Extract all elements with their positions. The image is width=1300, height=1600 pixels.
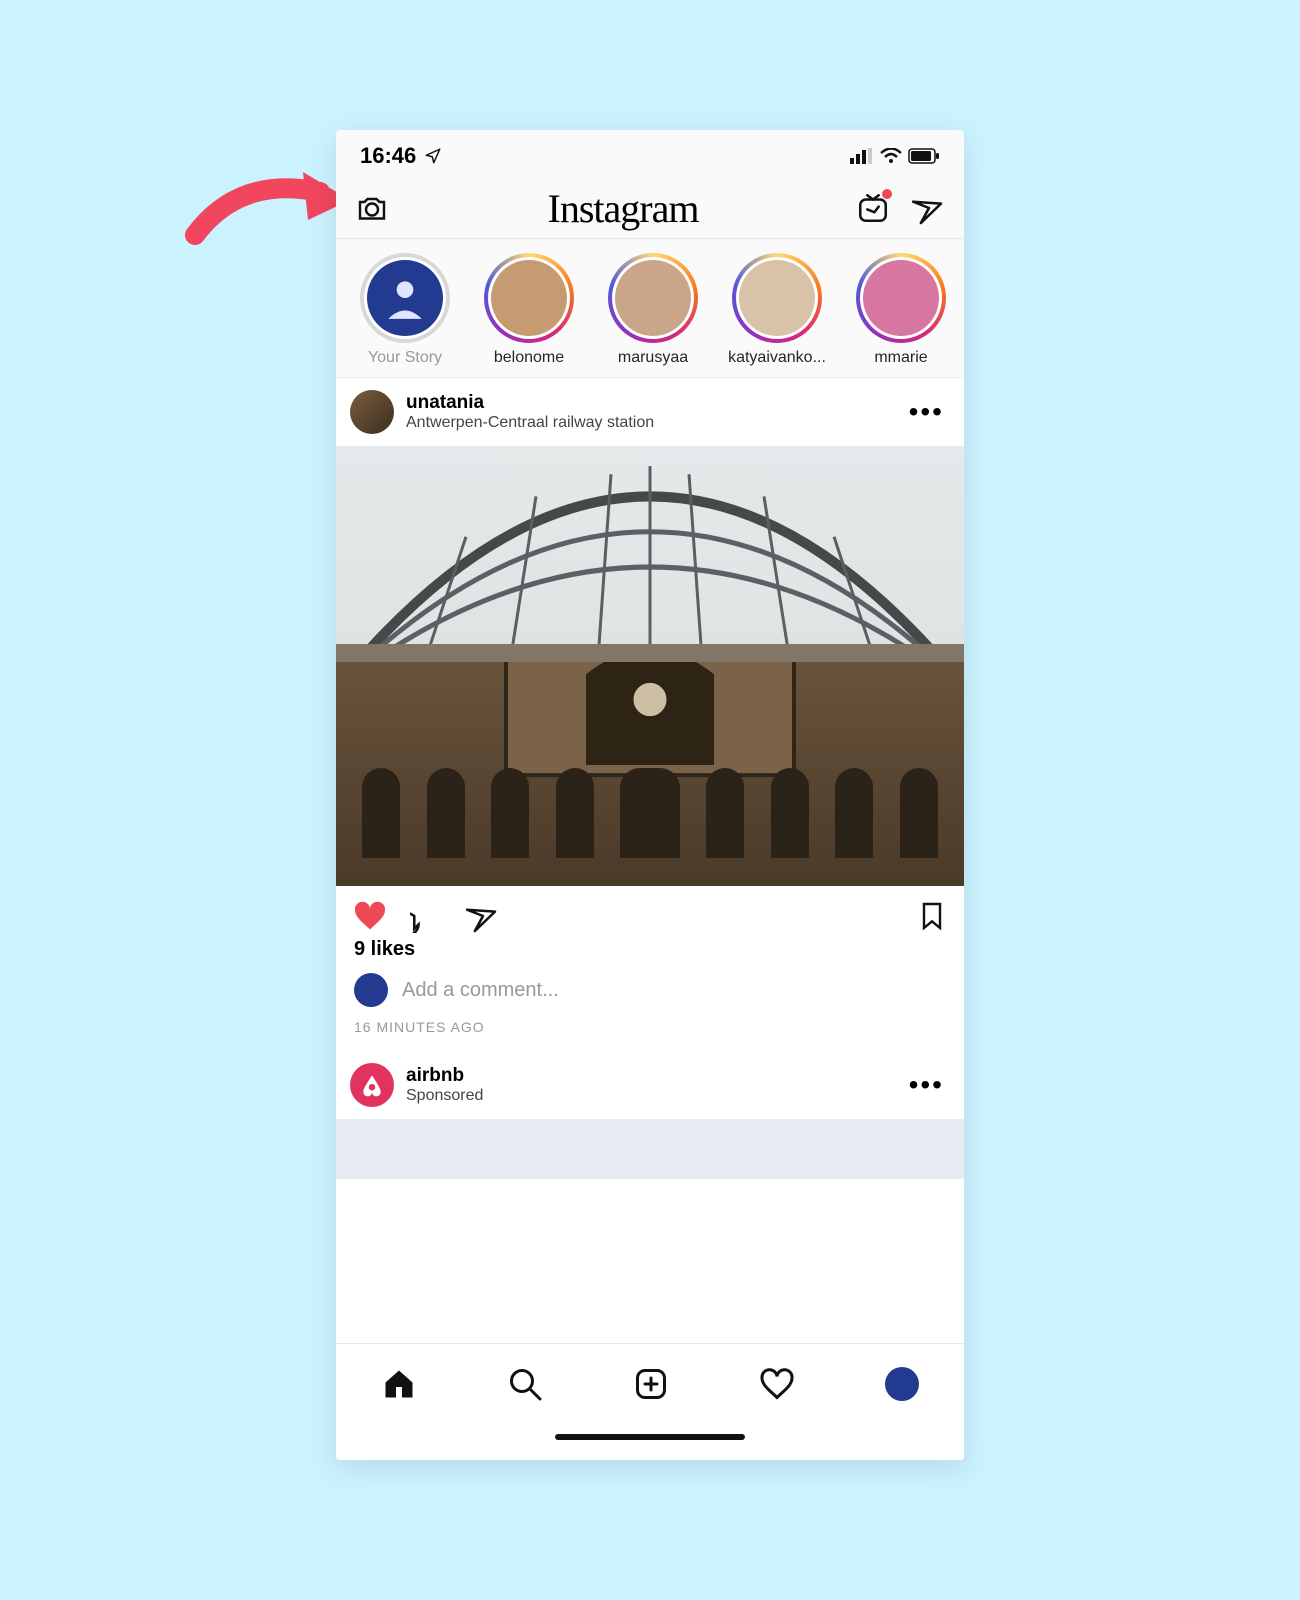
story-label: Your Story	[368, 349, 442, 367]
notification-dot-icon	[882, 189, 892, 199]
sponsor-avatar[interactable]	[350, 1063, 394, 1107]
sponsor-more-button[interactable]: •••	[903, 1069, 950, 1101]
status-time: 16:46	[360, 143, 416, 169]
home-icon	[381, 1366, 417, 1402]
share-button[interactable]	[466, 899, 500, 933]
camera-button[interactable]	[354, 190, 390, 226]
bottom-nav	[336, 1343, 964, 1424]
person-icon	[380, 273, 430, 323]
battery-icon	[908, 148, 940, 164]
nav-activity[interactable]	[759, 1366, 795, 1402]
top-nav: Instagram	[336, 178, 964, 239]
story-item[interactable]: belonome	[476, 253, 582, 367]
like-button[interactable]	[352, 898, 388, 934]
story-item[interactable]: katyaivanko...	[724, 253, 830, 367]
search-icon	[507, 1366, 543, 1402]
story-your-story[interactable]: Your Story	[352, 253, 458, 367]
self-avatar	[354, 973, 388, 1007]
story-item[interactable]: marusyaa	[600, 253, 706, 367]
post-more-button[interactable]: •••	[903, 396, 950, 428]
status-bar: 16:46	[336, 130, 964, 178]
airbnb-icon	[359, 1072, 385, 1098]
paper-plane-icon	[912, 191, 946, 225]
direct-messages-button[interactable]	[912, 191, 946, 225]
post-actions	[336, 886, 964, 938]
post-location[interactable]: Antwerpen-Centraal railway station	[406, 414, 903, 432]
annotation-arrow	[185, 150, 355, 270]
nav-new-post[interactable]	[633, 1366, 669, 1402]
story-label: marusyaa	[618, 349, 688, 367]
comment-placeholder: Add a comment...	[402, 979, 559, 1002]
home-indicator	[336, 1424, 964, 1460]
story-label: belonome	[494, 349, 564, 367]
story-label: katyaivanko...	[728, 349, 826, 367]
post-image[interactable]	[336, 446, 964, 886]
story-label: mmarie	[874, 349, 927, 367]
comment-button[interactable]	[410, 899, 444, 933]
app-logo: Instagram	[548, 185, 699, 232]
post-header: unatania Antwerpen-Centraal railway stat…	[336, 378, 964, 446]
post-time-ago: 16 MINUTES AGO	[336, 1015, 964, 1051]
post-author-avatar[interactable]	[350, 390, 394, 434]
sponsor-subtitle: Sponsored	[406, 1087, 903, 1105]
nav-home[interactable]	[381, 1366, 417, 1402]
stories-tray[interactable]: Your Story belonome marusyaa katyaivanko…	[336, 239, 964, 378]
wifi-icon	[880, 148, 902, 164]
nav-search[interactable]	[507, 1366, 543, 1402]
story-item[interactable]: mmarie	[848, 253, 954, 367]
save-button[interactable]	[916, 898, 948, 934]
likes-count[interactable]: 9 likes	[336, 938, 964, 967]
profile-avatar-icon	[885, 1367, 919, 1401]
sponsor-name[interactable]: airbnb	[406, 1065, 903, 1087]
bookmark-icon	[916, 898, 948, 934]
nav-profile[interactable]	[885, 1367, 919, 1401]
comment-icon	[410, 899, 444, 933]
location-arrow-icon	[424, 147, 442, 165]
paper-plane-icon	[466, 899, 500, 933]
sponsored-header: airbnb Sponsored •••	[336, 1051, 964, 1119]
igtv-button[interactable]	[856, 191, 890, 225]
post-username[interactable]: unatania	[406, 392, 903, 414]
sponsored-image[interactable]	[336, 1119, 964, 1179]
heart-outline-icon	[759, 1366, 795, 1402]
heart-filled-icon	[352, 898, 388, 934]
phone-frame: 16:46	[336, 130, 964, 1460]
plus-square-icon	[633, 1366, 669, 1402]
camera-icon	[354, 190, 390, 226]
add-comment-row[interactable]: Add a comment...	[336, 967, 964, 1015]
cellular-icon	[850, 148, 874, 164]
